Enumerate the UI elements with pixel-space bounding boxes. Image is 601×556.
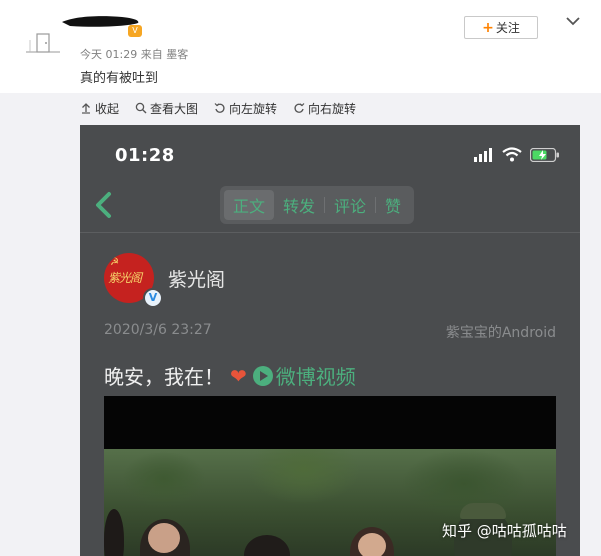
detail-tabs: 正文 转发 评论 赞	[220, 186, 415, 224]
media-toolbar: 收起 查看大图 向左旋转 向右旋转	[80, 100, 356, 116]
follow-button[interactable]: + 关注	[464, 16, 538, 39]
post-body-text: 晚安，我在！	[104, 365, 224, 389]
post-date: 2020/3/6 23:27	[104, 322, 212, 338]
chevron-left-icon[interactable]	[92, 190, 116, 220]
signal-icon	[474, 147, 492, 162]
rotate-right-button[interactable]: 向右旋转	[293, 100, 356, 117]
post-body: 晚安，我在！ ❤ 微博视频	[104, 361, 356, 390]
default-avatar-icon[interactable]	[22, 30, 64, 56]
tab-comments[interactable]: 评论	[325, 190, 375, 220]
plus-icon: +	[482, 19, 494, 36]
status-time: 01:28	[115, 145, 175, 166]
person-figure	[104, 509, 124, 556]
verified-badge-icon: V	[143, 288, 163, 308]
tab-body[interactable]: 正文	[224, 190, 275, 220]
chevron-down-icon[interactable]	[564, 14, 582, 28]
media-area: 收起 查看大图 向左旋转 向右旋转 01:28 正文 转发 评论 赞 ☭ 紫光阁…	[0, 93, 601, 556]
view-large-label: 查看大图	[150, 101, 199, 116]
phone-screenshot-image[interactable]: 01:28 正文 转发 评论 赞 ☭ 紫光阁 V 紫光阁 2020/3/6 23…	[80, 125, 580, 556]
author-name[interactable]: 紫光阁	[168, 265, 225, 292]
post-header: V 今天 01:29 来自 墨客 真的有被吐到 + 关注	[0, 0, 601, 93]
person-figure	[460, 503, 506, 519]
rotate-left-button[interactable]: 向左旋转	[214, 100, 277, 117]
video-link-label: 微博视频	[275, 365, 356, 389]
zhihu-watermark: 知乎 @咕咕孤咕咕	[442, 522, 567, 540]
magnifier-icon	[135, 102, 147, 114]
collapse-button[interactable]: 收起	[80, 100, 119, 117]
rotate-left-icon	[214, 103, 225, 113]
rotate-right-label: 向右旋转	[308, 101, 357, 116]
video-link[interactable]: 微博视频	[252, 361, 356, 390]
rotate-left-label: 向左旋转	[229, 101, 278, 116]
video-player-top[interactable]	[104, 396, 556, 449]
avatar-logo-text: 紫光阁	[108, 271, 142, 285]
heart-icon: ❤	[230, 363, 247, 388]
play-icon	[252, 365, 273, 386]
status-icons	[474, 147, 560, 162]
rotate-right-icon	[294, 103, 305, 113]
person-figure	[358, 533, 386, 556]
post-meta: 今天 01:29 来自 墨客	[80, 48, 189, 61]
person-figure	[148, 523, 180, 553]
person-figure	[244, 535, 290, 556]
tab-likes[interactable]: 赞	[376, 190, 410, 220]
view-large-button[interactable]: 查看大图	[135, 100, 198, 117]
post-text: 真的有被吐到	[80, 71, 159, 86]
arrow-up-icon	[82, 103, 90, 114]
wifi-icon	[502, 147, 522, 162]
detail-nav-bar: 正文 转发 评论 赞	[80, 180, 580, 233]
post-source: 紫宝宝的Android	[445, 325, 556, 341]
follow-label: 关注	[495, 21, 520, 35]
battery-charging-icon	[530, 147, 559, 162]
hammer-sickle-icon: ☭	[110, 257, 119, 268]
collapse-label: 收起	[95, 101, 120, 116]
vip-badge-icon: V	[128, 25, 142, 37]
tab-repost[interactable]: 转发	[274, 190, 324, 220]
